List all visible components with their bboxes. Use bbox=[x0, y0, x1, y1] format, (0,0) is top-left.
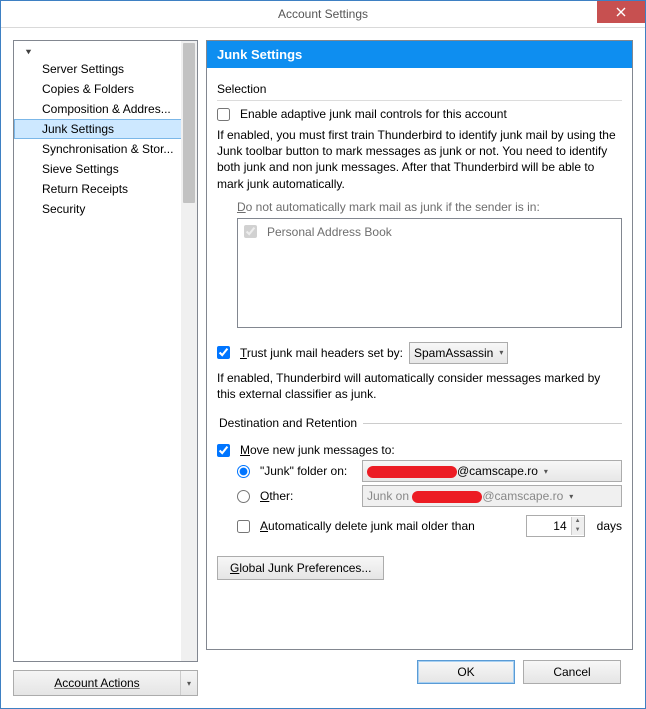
autodelete-unit: days bbox=[597, 519, 622, 533]
sidebar-item[interactable]: Sieve Settings bbox=[14, 159, 197, 179]
destination-fieldset: Destination and Retention Move new junk … bbox=[217, 416, 622, 540]
close-icon bbox=[616, 7, 626, 17]
autodelete-label: Automatically delete junk mail older tha… bbox=[260, 519, 475, 533]
settings-panel: Junk Settings Selection Enable adaptive … bbox=[206, 40, 633, 650]
other-folder-radio[interactable] bbox=[237, 490, 250, 503]
global-junk-prefs-button[interactable]: Global Junk Preferences... bbox=[217, 556, 384, 580]
move-junk-checkbox[interactable] bbox=[217, 444, 230, 457]
trust-headers-checkbox[interactable] bbox=[217, 346, 230, 359]
account-actions-dropdown[interactable]: ▾ bbox=[180, 671, 197, 695]
trust-headers-value: SpamAssassin bbox=[414, 346, 493, 360]
panel-heading: Junk Settings bbox=[207, 41, 632, 68]
trust-headers-label: Trust junk mail headers set by: bbox=[240, 346, 403, 360]
account-actions-label: Account Actions bbox=[54, 676, 139, 690]
sidebar-item[interactable]: Junk Settings bbox=[14, 119, 197, 139]
close-button[interactable] bbox=[597, 1, 645, 23]
titlebar: Account Settings bbox=[1, 1, 645, 28]
junk-folder-label: "Junk" folder on: bbox=[260, 464, 356, 478]
junk-folder-radio[interactable] bbox=[237, 465, 250, 478]
whitelist-listbox: Personal Address Book bbox=[237, 218, 622, 328]
account-settings-window: Account Settings Server SettingsCopies &… bbox=[0, 0, 646, 709]
trust-headers-help: If enabled, Thunderbird will automatical… bbox=[217, 370, 622, 402]
trust-headers-combo[interactable]: SpamAssassin ▾ bbox=[409, 342, 508, 364]
chevron-down-icon: ▾ bbox=[569, 492, 573, 501]
sidebar-item[interactable]: Security bbox=[14, 199, 197, 219]
other-folder-label: Other: bbox=[260, 489, 356, 503]
section-selection-label: Selection bbox=[217, 82, 622, 96]
other-folder-value: Junk on @camscape.ro bbox=[367, 489, 563, 503]
junk-folder-combo[interactable]: @camscape.ro ▾ bbox=[362, 460, 622, 482]
spin-up-icon[interactable]: ▲ bbox=[572, 517, 584, 526]
whitelist-item[interactable]: Personal Address Book bbox=[244, 225, 615, 239]
enable-adaptive-checkbox[interactable] bbox=[217, 108, 230, 121]
enable-adaptive-help: If enabled, you must first train Thunder… bbox=[217, 127, 622, 192]
whitelist-label: Do not automatically mark mail as junk i… bbox=[237, 200, 622, 214]
ok-button[interactable]: OK bbox=[417, 660, 515, 684]
tree-collapse-toggle[interactable] bbox=[14, 45, 197, 59]
destination-legend: Destination and Retention bbox=[217, 416, 363, 430]
enable-adaptive-row[interactable]: Enable adaptive junk mail controls for t… bbox=[217, 107, 622, 121]
account-tree: Server SettingsCopies & FoldersCompositi… bbox=[13, 40, 198, 662]
sidebar-item[interactable]: Return Receipts bbox=[14, 179, 197, 199]
autodelete-checkbox[interactable] bbox=[237, 520, 250, 533]
sidebar-item[interactable]: Copies & Folders bbox=[14, 79, 197, 99]
cancel-button[interactable]: Cancel bbox=[523, 660, 621, 684]
autodelete-days-spinner[interactable]: ▲▼ bbox=[526, 515, 585, 537]
whitelist-item-label: Personal Address Book bbox=[267, 225, 392, 239]
account-actions-button[interactable]: Account Actions ▾ bbox=[13, 670, 198, 696]
enable-adaptive-label: Enable adaptive junk mail controls for t… bbox=[240, 107, 507, 121]
autodelete-days-input[interactable] bbox=[527, 517, 571, 535]
chevron-down-icon bbox=[24, 47, 33, 56]
other-folder-combo[interactable]: Junk on @camscape.ro ▾ bbox=[362, 485, 622, 507]
sidebar: Server SettingsCopies & FoldersCompositi… bbox=[13, 40, 198, 696]
whitelist-item-checkbox[interactable] bbox=[244, 225, 257, 238]
move-junk-label: Move new junk messages to: bbox=[240, 443, 395, 457]
scrollbar-thumb[interactable] bbox=[183, 43, 195, 203]
dialog-footer: OK Cancel bbox=[206, 650, 633, 696]
dialog-body: Server SettingsCopies & FoldersCompositi… bbox=[1, 28, 645, 708]
chevron-down-icon: ▾ bbox=[544, 467, 548, 476]
chevron-down-icon: ▾ bbox=[499, 348, 503, 357]
sidebar-item[interactable]: Server Settings bbox=[14, 59, 197, 79]
other-folder-row[interactable]: Other: Junk on @camscape.ro ▾ bbox=[237, 485, 622, 507]
sidebar-scrollbar[interactable] bbox=[181, 41, 197, 661]
junk-folder-row[interactable]: "Junk" folder on: @camscape.ro ▾ bbox=[237, 460, 622, 482]
sidebar-item[interactable]: Synchronisation & Stor... bbox=[14, 139, 197, 159]
spin-down-icon[interactable]: ▼ bbox=[572, 526, 584, 535]
junk-folder-value: @camscape.ro bbox=[367, 464, 538, 478]
trust-headers-row[interactable]: Trust junk mail headers set by: SpamAssa… bbox=[217, 342, 622, 364]
autodelete-row[interactable]: Automatically delete junk mail older tha… bbox=[237, 515, 622, 537]
sidebar-item[interactable]: Composition & Addres... bbox=[14, 99, 197, 119]
window-title: Account Settings bbox=[1, 7, 645, 21]
move-junk-row[interactable]: Move new junk messages to: bbox=[217, 443, 622, 457]
content-column: Junk Settings Selection Enable adaptive … bbox=[206, 40, 633, 696]
